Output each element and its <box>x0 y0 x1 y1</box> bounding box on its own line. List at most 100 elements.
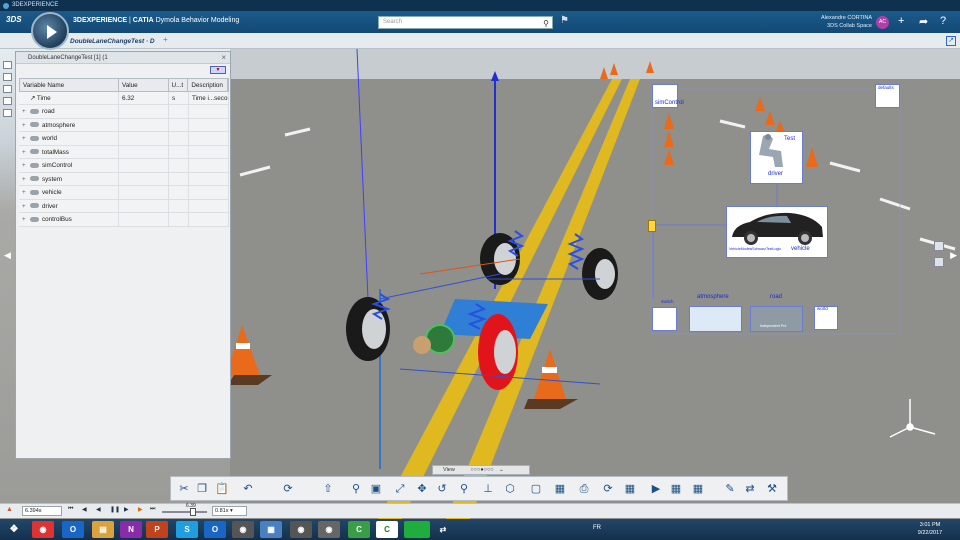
side-tool-icon[interactable] <box>934 257 944 267</box>
powerpoint-icon[interactable]: P <box>146 521 168 538</box>
camtasia-recorder-icon[interactable]: C <box>376 521 398 538</box>
chevron-down-icon[interactable]: ⌄ <box>499 467 504 473</box>
normal-view-icon[interactable]: ⊥ <box>481 482 495 496</box>
table-row[interactable]: ↗ Time 6.32 s Time i...secor <box>19 91 229 105</box>
expand-icon[interactable]: + <box>22 159 30 172</box>
pager-dots[interactable]: ○○○●○○○ <box>470 467 493 473</box>
hide-show-icon[interactable]: ▢ <box>529 482 543 496</box>
next-icon[interactable]: ▶ <box>649 482 663 496</box>
search-icon[interactable]: ⚲ <box>543 18 549 29</box>
table-row[interactable]: + road <box>19 105 229 119</box>
panel-toggle-icon[interactable] <box>3 97 12 105</box>
expand-icon[interactable]: + <box>22 105 30 118</box>
speed-select[interactable]: 0.81x ▾ <box>212 506 247 516</box>
expand-icon[interactable]: + <box>22 213 30 226</box>
side-tool-icon[interactable] <box>934 241 944 251</box>
table-row[interactable]: + controlBus <box>19 213 229 227</box>
undo-icon[interactable]: ↶ <box>241 482 255 496</box>
print-icon[interactable]: ⎙ <box>577 482 591 496</box>
controlbus-connector[interactable] <box>648 220 656 232</box>
chevron-left-icon[interactable]: ◀ <box>4 250 11 261</box>
panel-toggle-icon[interactable] <box>3 73 12 81</box>
table-row[interactable]: + system <box>19 172 229 186</box>
export-icon[interactable]: ⇧ <box>321 482 335 496</box>
clock[interactable]: 3:01 PM 9/22/2017 <box>910 521 950 537</box>
play-back-icon[interactable]: ◀ <box>96 506 101 513</box>
time-field[interactable]: 6.394s <box>22 506 62 516</box>
expand-icon[interactable]: + <box>22 186 30 199</box>
add-icon[interactable]: + <box>898 15 904 27</box>
table-row[interactable]: + world <box>19 132 229 146</box>
tab-doublelanechangetest[interactable]: DoubleLaneChangeTest · D <box>70 35 155 48</box>
skype-icon[interactable]: S <box>176 521 198 538</box>
table-row[interactable]: + vehicle <box>19 186 229 200</box>
atmosphere-block[interactable] <box>689 306 742 332</box>
tools-icon[interactable]: ⚒ <box>765 482 779 496</box>
play-icon[interactable]: ▶ <box>138 506 143 513</box>
road-block[interactable] <box>750 306 803 332</box>
connect-icon[interactable]: ⇄ <box>743 482 757 496</box>
record-icon[interactable]: ▲ <box>6 506 13 513</box>
copy-icon[interactable]: ❐ <box>195 482 209 496</box>
battery-app-icon[interactable] <box>404 521 430 538</box>
edit-icon[interactable]: ✎ <box>723 482 737 496</box>
compass-play-button[interactable] <box>31 12 69 50</box>
rotate-icon[interactable]: ↺ <box>435 482 449 496</box>
onenote-icon[interactable]: N <box>120 521 142 538</box>
expand-icon[interactable]: + <box>22 173 30 186</box>
outlook-2-icon[interactable]: O <box>204 521 226 538</box>
cube-view-icon[interactable]: ▣ <box>369 482 383 496</box>
app-icon-3[interactable]: ◉ <box>290 521 312 538</box>
expand-icon[interactable]: + <box>22 119 30 132</box>
language-indicator[interactable]: FR <box>593 525 601 531</box>
share-icon[interactable]: ➦ <box>919 15 928 28</box>
outlook-icon[interactable]: O <box>62 521 84 538</box>
expand-icon[interactable]: + <box>22 146 30 159</box>
new-tab-icon[interactable]: + <box>163 35 168 44</box>
chevron-right-icon[interactable]: ▶ <box>950 250 957 261</box>
panel-toggle-icon[interactable] <box>3 85 12 93</box>
help-icon[interactable]: ? <box>940 15 946 27</box>
column-header[interactable]: U...t <box>169 79 189 91</box>
cut-icon[interactable]: ✂ <box>177 482 191 496</box>
pan-icon[interactable]: ✥ <box>415 482 429 496</box>
switch-block[interactable] <box>652 307 677 331</box>
windows-start-icon[interactable]: ❖ <box>3 521 25 538</box>
paste-icon[interactable]: 📋 <box>215 482 229 496</box>
layout-icon[interactable]: ▦ <box>623 482 637 496</box>
expand-icon[interactable]: + <box>22 200 30 213</box>
camtasia-icon[interactable]: C <box>348 521 370 538</box>
refresh-icon[interactable]: ⟳ <box>601 482 615 496</box>
expand-icon[interactable]: + <box>22 132 30 145</box>
close-icon[interactable]: × <box>221 52 226 64</box>
zoom-icon[interactable]: ⚲ <box>349 482 363 496</box>
fullscreen-icon[interactable]: ↗ <box>946 36 956 46</box>
table-row[interactable]: + atmosphere <box>19 118 229 132</box>
app-icon-1[interactable]: ◉ <box>232 521 254 538</box>
avatar[interactable]: AC <box>876 16 889 29</box>
iso-view-icon[interactable]: ⬡ <box>503 482 517 496</box>
render-style-icon[interactable]: ▦ <box>553 482 567 496</box>
fit-all-icon[interactable]: ⤢ <box>393 482 407 496</box>
app-icon-2[interactable]: ▦ <box>260 521 282 538</box>
user-info[interactable]: Alexandre CORTINA 3DS Collab Space <box>790 14 872 30</box>
time-slider[interactable] <box>162 511 207 513</box>
table-row[interactable]: + simControl <box>19 159 229 173</box>
view-toolbar-tab[interactable]: View ○○○●○○○ ⌄ <box>432 465 530 475</box>
step-back-icon[interactable]: ◀ <box>82 506 87 513</box>
chrome-icon[interactable]: ◉ <box>32 521 54 538</box>
grid-icon[interactable]: ▦ <box>691 482 705 496</box>
explorer-icon[interactable]: ▤ <box>92 521 114 538</box>
search-input[interactable]: Search ⚲ <box>378 16 553 29</box>
step-forward-icon[interactable]: ▶ <box>124 506 129 513</box>
slider-handle[interactable] <box>190 508 196 516</box>
tag-icon[interactable]: ⚑ <box>560 15 569 26</box>
last-frame-icon[interactable]: ⏭ <box>150 506 155 513</box>
filter-icon[interactable]: ▼ <box>210 66 226 74</box>
app-icon-4[interactable]: ◉ <box>318 521 340 538</box>
update-icon[interactable]: ⟳ <box>281 482 295 496</box>
table-row[interactable]: + driver <box>19 199 229 213</box>
table-icon[interactable]: ▦ <box>669 482 683 496</box>
column-header[interactable]: Value <box>119 79 169 91</box>
pause-icon[interactable]: ❚❚ <box>110 506 120 513</box>
